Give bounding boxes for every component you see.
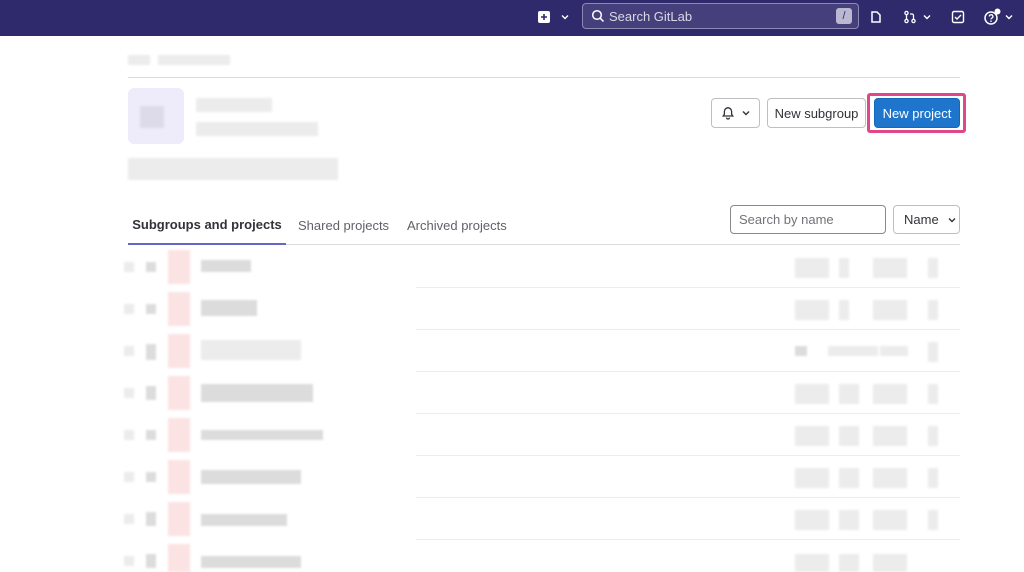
list-item[interactable] <box>124 330 960 372</box>
search-icon <box>591 9 605 23</box>
search-shortcut-badge: / <box>836 8 852 24</box>
chevron-down-icon[interactable] <box>560 6 570 28</box>
create-new-plus-icon[interactable] <box>538 6 550 28</box>
tab-shared-projects[interactable]: Shared projects <box>298 205 389 245</box>
tab-archived-projects[interactable]: Archived projects <box>407 205 507 245</box>
merge-request-icon[interactable] <box>903 6 917 28</box>
list-item[interactable] <box>124 456 960 498</box>
search-placeholder: Search GitLab <box>609 8 693 24</box>
chevron-down-icon[interactable] <box>1004 6 1014 28</box>
tab-subgroups-and-projects[interactable]: Subgroups and projects <box>128 205 286 245</box>
group-avatar <box>128 88 184 144</box>
list-item[interactable] <box>124 498 960 540</box>
sort-dropdown-button[interactable]: Name <box>893 205 960 234</box>
list-item[interactable] <box>124 372 960 414</box>
chevron-down-icon[interactable] <box>922 6 932 28</box>
list-item[interactable] <box>124 246 960 288</box>
search-by-name-input[interactable]: Search by name <box>730 205 886 234</box>
breadcrumb <box>128 50 960 78</box>
top-navigation-bar: Search GitLab / <box>0 0 1024 36</box>
sort-label: Name <box>904 212 939 227</box>
list-item[interactable] <box>124 414 960 456</box>
chevron-down-icon <box>742 111 749 116</box>
list-item[interactable] <box>124 288 960 330</box>
chevron-down-icon <box>948 217 956 222</box>
help-icon[interactable] <box>983 6 1001 28</box>
search-gitlab-input[interactable]: Search GitLab / <box>582 3 859 29</box>
list-item[interactable] <box>124 540 960 572</box>
todo-icon[interactable] <box>951 6 965 28</box>
notifications-dropdown-button[interactable] <box>711 98 760 128</box>
issues-icon[interactable] <box>869 6 883 28</box>
new-subgroup-button[interactable]: New subgroup <box>767 98 866 128</box>
bell-icon <box>721 107 734 120</box>
new-project-highlight-frame <box>867 93 966 133</box>
